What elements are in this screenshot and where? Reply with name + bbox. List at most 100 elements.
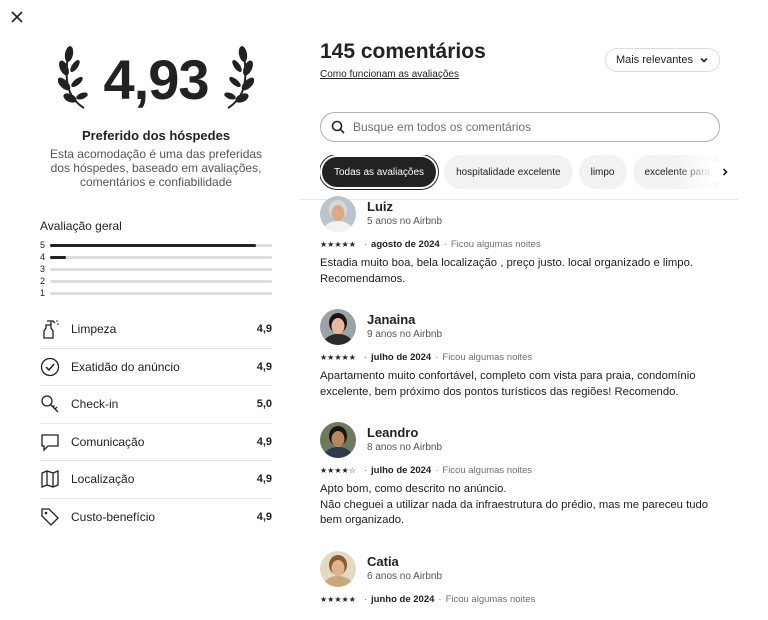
chat-bubble-icon	[40, 432, 60, 452]
category-rating-row: Check-in 5,0	[40, 386, 272, 424]
close-icon	[11, 11, 23, 23]
search-icon	[331, 120, 345, 134]
star-rating: ★★★★★	[320, 240, 356, 249]
key-icon	[40, 394, 60, 414]
avatar[interactable]	[320, 196, 356, 232]
rating-bar-star: 2	[40, 276, 46, 286]
rating-summary: 4,93 Preferido dos hóspedes Esta acomoda…	[40, 40, 272, 536]
review-search-box[interactable]	[320, 112, 720, 142]
review-list: Luiz 5 anos no Airbnb ★★★★★ · agosto de 2024…	[320, 196, 730, 620]
guest-favorite-description: Esta acomodação é uma das preferidas dos…	[49, 147, 263, 189]
review-date: julho de 2024	[371, 465, 432, 476]
category-label: Limpeza	[71, 322, 117, 337]
stay-length: Ficou algumas noites	[442, 465, 533, 476]
avatar[interactable]	[320, 422, 356, 458]
tag-icon	[40, 507, 60, 527]
filter-chip[interactable]: Todas as avaliações	[320, 155, 439, 189]
separator-dot: ·	[435, 352, 439, 363]
rating-bar-row: 5	[40, 239, 272, 251]
filter-chip[interactable]: hospitalidade excelente	[444, 155, 573, 189]
overall-rating-breakdown: Avaliação geral 5 4 3 2 1	[40, 219, 272, 299]
rating-bar-fill	[50, 243, 257, 247]
chevron-right-icon	[722, 168, 728, 176]
review-text: Apartamento muito confortável, completo …	[320, 369, 730, 400]
reviewer-tenure: 9 anos no Airbnb	[367, 329, 443, 340]
overall-rating-title: Avaliação geral	[40, 219, 122, 233]
star-rating: ★★★★★	[320, 353, 356, 362]
star-rating: ★★★★★	[320, 594, 356, 604]
category-label: Custo-benefício	[71, 510, 156, 525]
review-text: Apto bom, como descrito no anúncio. Não c…	[320, 482, 730, 529]
close-button[interactable]	[8, 8, 26, 26]
reviewer-name: Luiz	[367, 199, 393, 214]
reviewer-name: Leandro	[367, 425, 419, 440]
rating-hero: 4,93	[40, 40, 272, 120]
review-text-line: Não cheguei a utilizar nada da infraestr…	[320, 498, 709, 527]
rating-bar-track	[50, 267, 272, 271]
sort-label: Mais relevantes	[615, 54, 693, 66]
review-text-line: Apto bom, como descrito no anúncio.	[320, 483, 507, 495]
rating-bar-row: 1	[40, 287, 272, 299]
category-value: 5,0	[256, 398, 272, 411]
reviewer-tenure: 5 anos no Airbnb	[367, 216, 443, 227]
stay-length: Ficou algumas noites	[442, 352, 533, 363]
rating-bar-star: 4	[40, 252, 46, 262]
review-header: Leandro 8 anos no Airbnb	[320, 422, 730, 458]
category-rating-row: Localização 4,9	[40, 461, 272, 499]
rating-bar-star: 1	[40, 288, 46, 298]
guest-favorite-title: Preferido dos hóspedes	[81, 128, 231, 143]
review-meta: ★★★★★ · agosto de 2024 · Ficou algumas noite…	[320, 239, 730, 250]
review-item: Janaina 9 anos no Airbnb ★★★★★ · julho de 20…	[320, 309, 730, 400]
reviewer-tenure: 6 anos no Airbnb	[367, 570, 443, 582]
review-search-input[interactable]	[353, 120, 693, 134]
overall-rating: 4,93	[103, 48, 210, 111]
category-value: 4,9	[256, 360, 272, 373]
category-rating-row: Limpeza 4,9	[40, 311, 272, 349]
spray-bottle-icon	[40, 319, 60, 339]
how-reviews-work-link[interactable]: Como funcionam as avaliações	[320, 69, 459, 80]
category-label: Exatidão do anúncio	[71, 359, 180, 374]
category-rating-row: Exatidão do anúncio 4,9	[40, 349, 272, 386]
rating-bar-track	[50, 243, 272, 247]
review-header: Janaina 9 anos no Airbnb	[320, 309, 730, 345]
rating-bar-row: 3	[40, 263, 272, 275]
review-meta: ★★★★☆ · julho de 2024 · Ficou algumas noites	[320, 465, 730, 476]
stay-length: Ficou algumas noites	[450, 239, 541, 250]
category-label: Localização	[71, 472, 135, 487]
rating-bar-fill	[50, 255, 66, 259]
avatar[interactable]	[320, 550, 356, 587]
chips-next-button[interactable]	[714, 161, 736, 183]
sort-dropdown[interactable]: Mais relevantes	[604, 48, 720, 72]
rating-bar-star: 3	[40, 264, 46, 274]
category-value: 4,9	[256, 435, 272, 448]
separator-dot: ·	[435, 465, 439, 476]
star-rating: ★★★★☆	[320, 466, 356, 475]
reviewer-name: Janaina	[367, 312, 416, 327]
reviewer-info: Luiz 5 anos no Airbnb	[367, 199, 442, 229]
review-meta: ★★★★★ · junho de 2024 · Ficou algumas noites	[320, 594, 730, 605]
category-label: Check-in	[71, 397, 119, 412]
separator-dot: ·	[363, 239, 368, 250]
separator-dot: ·	[363, 465, 368, 476]
map-icon	[40, 469, 60, 489]
reviewer-name: Catia	[367, 553, 399, 569]
review-item: Catia 6 anos no Airbnb ★★★★★ · junho de 2024…	[320, 550, 730, 605]
rating-bar-track	[50, 291, 272, 295]
reviewer-tenure: 8 anos no Airbnb	[367, 442, 443, 453]
rating-bar-track	[50, 279, 272, 283]
category-value: 4,9	[256, 323, 272, 336]
review-date: julho de 2024	[371, 352, 432, 363]
category-rating-row: Comunicação 4,9	[40, 424, 272, 461]
rating-bar-star: 5	[40, 240, 46, 250]
rating-bar-track	[50, 255, 272, 259]
avatar[interactable]	[320, 309, 356, 345]
review-header: Catia 6 anos no Airbnb	[320, 550, 730, 587]
filter-chip[interactable]: limpo	[578, 155, 627, 189]
review-item: Luiz 5 anos no Airbnb ★★★★★ · agosto de 2024…	[320, 196, 730, 287]
chevron-down-icon	[700, 57, 708, 63]
stay-length: Ficou algumas noites	[445, 593, 536, 605]
category-label: Comunicação	[71, 434, 145, 449]
category-value: 4,9	[256, 511, 272, 524]
review-text-line: Apartamento muito confortável, completo …	[320, 370, 696, 398]
separator-dot: ·	[443, 239, 447, 250]
